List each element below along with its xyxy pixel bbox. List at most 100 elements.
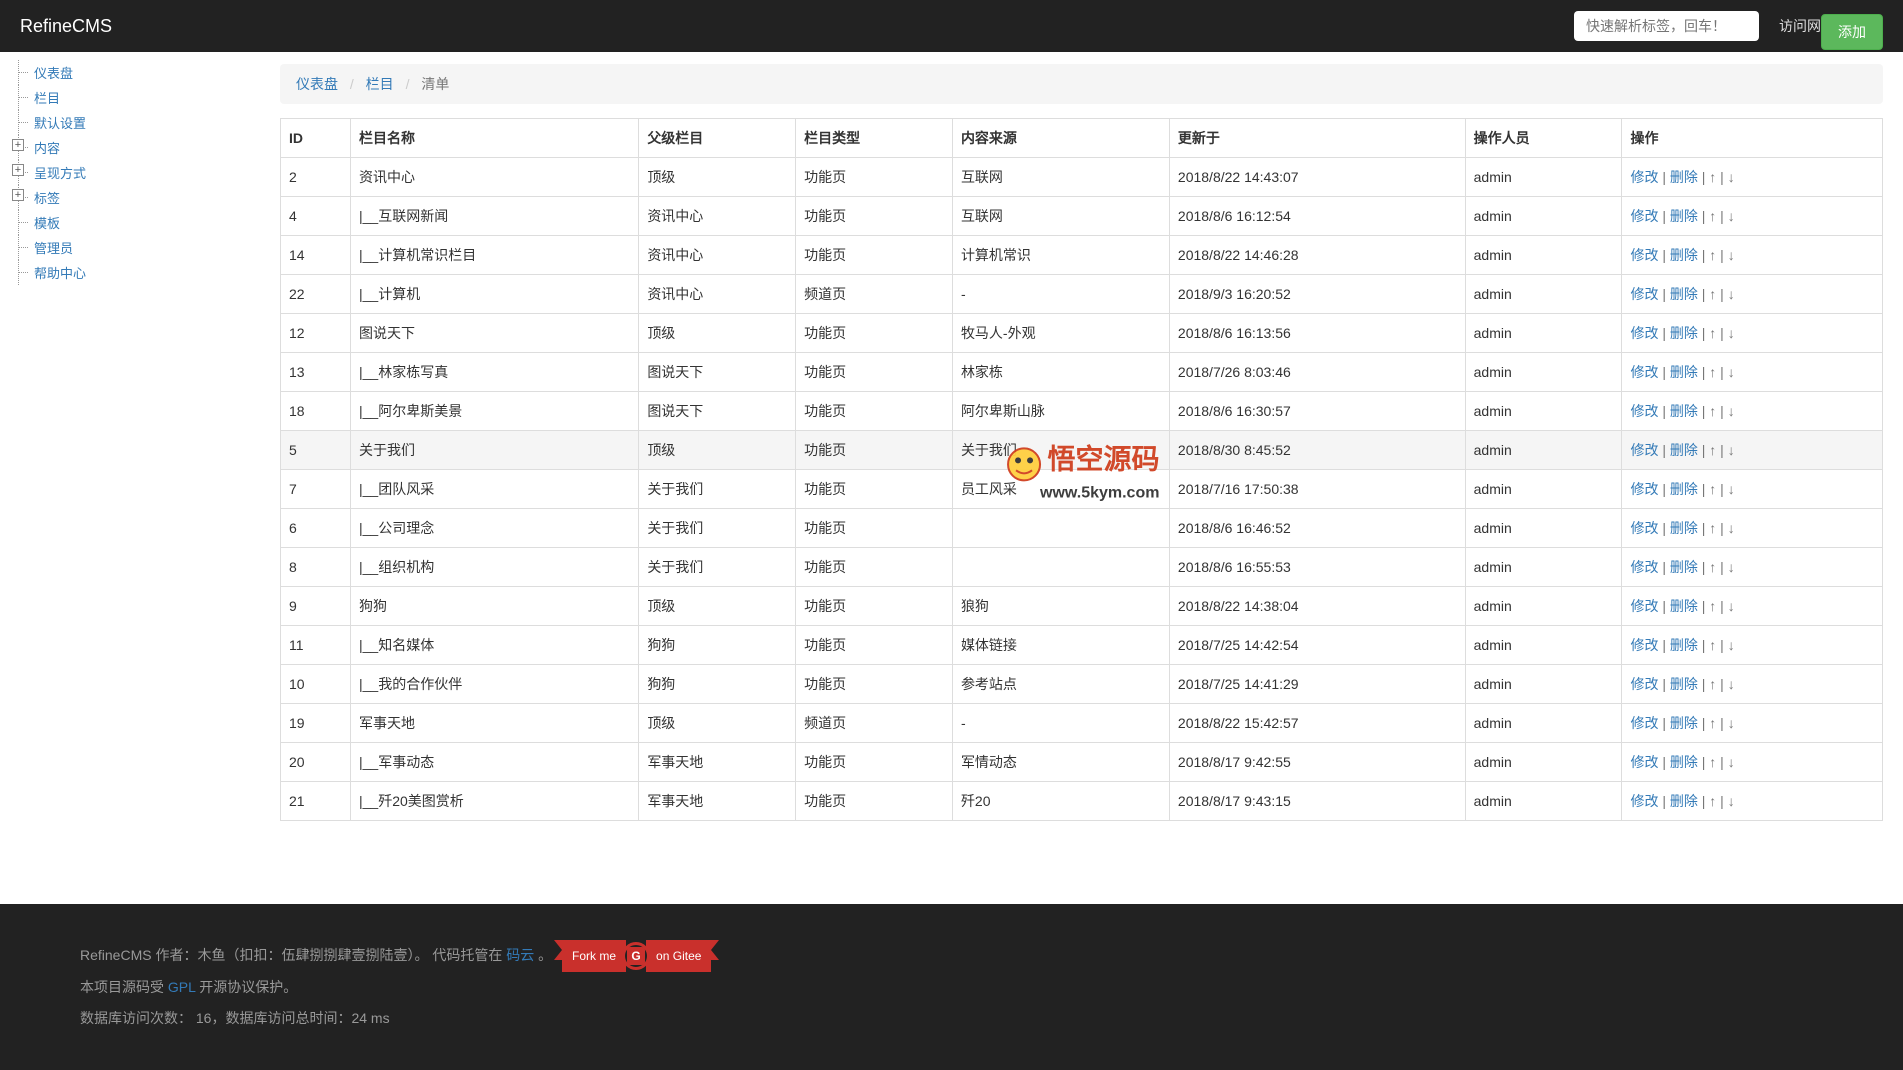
sidebar-item-label[interactable]: 默认设置 [34, 116, 86, 131]
edit-link[interactable]: 修改 [1630, 325, 1658, 341]
sidebar-item-label[interactable]: 栏目 [34, 91, 60, 106]
table-cell-type: 频道页 [796, 704, 953, 743]
table-cell-updated: 2018/7/25 14:42:54 [1169, 626, 1465, 665]
table-cell-type: 功能页 [796, 587, 953, 626]
sidebar-item-label[interactable]: 帮助中心 [34, 266, 86, 281]
edit-link[interactable]: 修改 [1630, 754, 1658, 770]
edit-link[interactable]: 修改 [1630, 637, 1658, 653]
table-cell-ops: 修改 | 删除 | ↑ | ↓ [1622, 509, 1883, 548]
sidebar-item[interactable]: + 内容 [8, 135, 260, 160]
sidebar-item[interactable]: 仪表盘 [8, 60, 260, 85]
sidebar-item[interactable]: 帮助中心 [8, 260, 260, 285]
move-down[interactable]: ↓ [1728, 715, 1735, 731]
move-down[interactable]: ↓ [1728, 481, 1735, 497]
move-down[interactable]: ↓ [1728, 364, 1735, 380]
table-cell-updated: 2018/8/6 16:13:56 [1169, 314, 1465, 353]
delete-link[interactable]: 删除 [1670, 247, 1698, 263]
delete-link[interactable]: 删除 [1670, 754, 1698, 770]
delete-link[interactable]: 删除 [1670, 637, 1698, 653]
delete-link[interactable]: 删除 [1670, 325, 1698, 341]
sidebar-item-label[interactable]: 管理员 [34, 241, 73, 256]
table-cell-name: |__歼20美图赏析 [350, 782, 638, 821]
edit-link[interactable]: 修改 [1630, 403, 1658, 419]
table-header: 操作人员 [1465, 119, 1622, 158]
tree-expander-icon[interactable]: + [12, 164, 24, 176]
breadcrumb-current: 清单 [421, 76, 449, 92]
table-cell-ops: 修改 | 删除 | ↑ | ↓ [1622, 704, 1883, 743]
breadcrumb-dashboard[interactable]: 仪表盘 [296, 76, 338, 92]
delete-link[interactable]: 删除 [1670, 715, 1698, 731]
edit-link[interactable]: 修改 [1630, 247, 1658, 263]
sidebar-item[interactable]: 管理员 [8, 235, 260, 260]
add-button[interactable]: 添加 [1821, 14, 1883, 50]
delete-link[interactable]: 删除 [1670, 793, 1698, 809]
edit-link[interactable]: 修改 [1630, 208, 1658, 224]
table-cell-name: |__军事动态 [350, 743, 638, 782]
move-down[interactable]: ↓ [1728, 208, 1735, 224]
move-down[interactable]: ↓ [1728, 403, 1735, 419]
sidebar-item-label[interactable]: 仪表盘 [34, 66, 73, 81]
delete-link[interactable]: 删除 [1670, 364, 1698, 380]
sidebar-item-label[interactable]: 呈现方式 [34, 166, 86, 181]
delete-link[interactable]: 删除 [1670, 442, 1698, 458]
sidebar-item[interactable]: 默认设置 [8, 110, 260, 135]
edit-link[interactable]: 修改 [1630, 169, 1658, 185]
edit-link[interactable]: 修改 [1630, 715, 1658, 731]
move-down[interactable]: ↓ [1728, 520, 1735, 536]
footer-gpl-link[interactable]: GPL [168, 979, 196, 995]
table-cell-updated: 2018/8/6 16:55:53 [1169, 548, 1465, 587]
sidebar-item-label[interactable]: 内容 [34, 141, 60, 156]
move-down[interactable]: ↓ [1728, 676, 1735, 692]
sidebar-item[interactable]: + 呈现方式 [8, 160, 260, 185]
footer-gitee-link[interactable]: 码云 [506, 947, 534, 963]
sidebar-item-label[interactable]: 模板 [34, 216, 60, 231]
move-down[interactable]: ↓ [1728, 598, 1735, 614]
sidebar-item[interactable]: 栏目 [8, 85, 260, 110]
sidebar-item[interactable]: + 标签 [8, 185, 260, 210]
move-down[interactable]: ↓ [1728, 793, 1735, 809]
move-down[interactable]: ↓ [1728, 325, 1735, 341]
edit-link[interactable]: 修改 [1630, 364, 1658, 380]
edit-link[interactable]: 修改 [1630, 676, 1658, 692]
delete-link[interactable]: 删除 [1670, 676, 1698, 692]
move-down[interactable]: ↓ [1728, 286, 1735, 302]
tree-expander-icon[interactable]: + [12, 189, 24, 201]
table-cell-name: |__组织机构 [350, 548, 638, 587]
sidebar-item[interactable]: 模板 [8, 210, 260, 235]
table-cell-source: 阿尔卑斯山脉 [952, 392, 1169, 431]
table-cell-id: 11 [281, 626, 351, 665]
edit-link[interactable]: 修改 [1630, 286, 1658, 302]
delete-link[interactable]: 删除 [1670, 481, 1698, 497]
table-cell-operator: admin [1465, 392, 1622, 431]
edit-link[interactable]: 修改 [1630, 481, 1658, 497]
delete-link[interactable]: 删除 [1670, 169, 1698, 185]
move-down[interactable]: ↓ [1728, 247, 1735, 263]
brand-title: RefineCMS [20, 16, 112, 37]
gitee-fork-badge[interactable]: Fork me G on Gitee [562, 940, 711, 972]
move-down[interactable]: ↓ [1728, 169, 1735, 185]
table-cell-updated: 2018/8/6 16:12:54 [1169, 197, 1465, 236]
move-down[interactable]: ↓ [1728, 442, 1735, 458]
move-down[interactable]: ↓ [1728, 637, 1735, 653]
delete-link[interactable]: 删除 [1670, 598, 1698, 614]
move-down[interactable]: ↓ [1728, 559, 1735, 575]
edit-link[interactable]: 修改 [1630, 520, 1658, 536]
delete-link[interactable]: 删除 [1670, 403, 1698, 419]
move-down[interactable]: ↓ [1728, 754, 1735, 770]
delete-link[interactable]: 删除 [1670, 520, 1698, 536]
breadcrumb-column[interactable]: 栏目 [366, 76, 394, 92]
table-cell-id: 12 [281, 314, 351, 353]
edit-link[interactable]: 修改 [1630, 598, 1658, 614]
edit-link[interactable]: 修改 [1630, 793, 1658, 809]
edit-link[interactable]: 修改 [1630, 442, 1658, 458]
edit-link[interactable]: 修改 [1630, 559, 1658, 575]
delete-link[interactable]: 删除 [1670, 559, 1698, 575]
sidebar-item-label[interactable]: 标签 [34, 191, 60, 206]
table-cell-source: 狼狗 [952, 587, 1169, 626]
delete-link[interactable]: 删除 [1670, 286, 1698, 302]
breadcrumb-sep: / [350, 76, 354, 92]
delete-link[interactable]: 删除 [1670, 208, 1698, 224]
tree-expander-icon[interactable]: + [12, 139, 24, 151]
breadcrumb-sep: / [406, 76, 410, 92]
table-cell-updated: 2018/8/30 8:45:52 [1169, 431, 1465, 470]
